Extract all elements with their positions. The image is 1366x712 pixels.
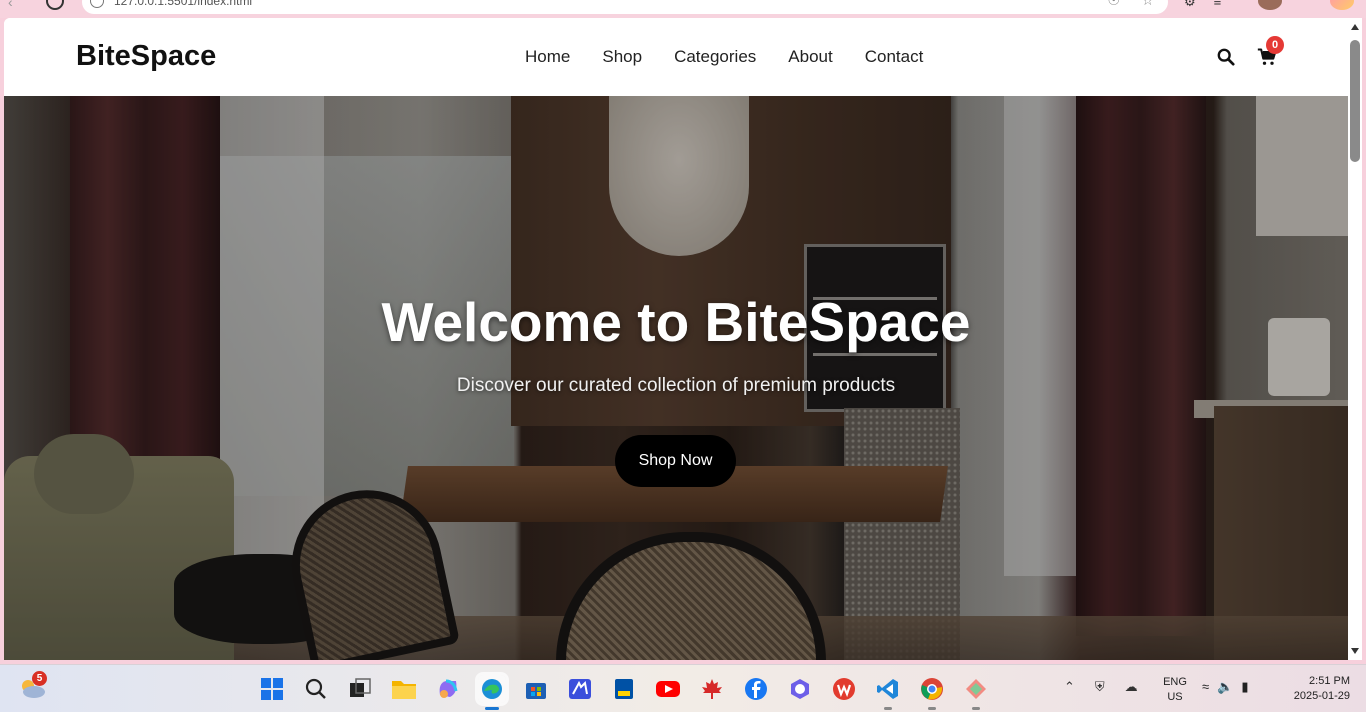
wifi-icon: ≈ xyxy=(1202,679,1210,694)
nav-home[interactable]: Home xyxy=(525,47,570,67)
windows-taskbar: 5 ⌃ ⛨ ☁ ENG US ≈ 🔈 ▮ 2:51 PM 2025-01-29 xyxy=(0,664,1366,712)
facebook-icon[interactable] xyxy=(742,675,770,703)
onedrive-icon[interactable]: ☁ xyxy=(1125,679,1138,695)
vscode-icon[interactable] xyxy=(874,675,902,710)
back-arrow-icon[interactable]: ‹ xyxy=(8,0,13,10)
copilot-icon[interactable] xyxy=(1330,0,1354,10)
volume-icon: 🔈 xyxy=(1217,679,1234,694)
nav-shop[interactable]: Shop xyxy=(602,47,642,67)
quick-settings[interactable]: ≈ 🔈 ▮ xyxy=(1202,679,1248,695)
search-icon[interactable] xyxy=(302,675,330,703)
clock-time: 2:51 PM xyxy=(1309,675,1350,687)
pinned-apps xyxy=(258,675,990,710)
copilot-icon[interactable] xyxy=(434,675,462,703)
wps-office-icon[interactable] xyxy=(830,675,858,703)
chevron-up-icon[interactable]: ⌃ xyxy=(1064,679,1075,695)
rbc-icon[interactable] xyxy=(610,675,638,703)
page-scrollbar[interactable] xyxy=(1348,18,1362,660)
task-view-icon[interactable] xyxy=(346,675,374,703)
region-label: US xyxy=(1167,691,1183,703)
nav-categories[interactable]: Categories xyxy=(674,47,756,67)
search-icon[interactable] xyxy=(1217,48,1235,66)
hero-subtitle: Discover our curated collection of premi… xyxy=(456,375,896,396)
visual-studio-icon[interactable] xyxy=(566,675,594,703)
page-viewport: BiteSpace Home Shop Categories About Con… xyxy=(4,18,1348,660)
edge-browser-icon[interactable] xyxy=(478,675,506,710)
defender-shield-icon[interactable]: ⛨ xyxy=(1095,679,1105,695)
language-indicator[interactable]: ENG US xyxy=(1160,675,1190,705)
extensions-icon[interactable]: ⚙ xyxy=(1184,0,1196,10)
shop-now-button[interactable]: Shop Now xyxy=(615,435,736,487)
nav-contact[interactable]: Contact xyxy=(865,47,924,67)
youtube-icon[interactable] xyxy=(654,675,682,703)
hero-banner: Welcome to BiteSpace Discover our curate… xyxy=(4,96,1348,660)
scroll-up-arrow-icon[interactable] xyxy=(1351,24,1359,30)
reload-icon[interactable] xyxy=(46,0,64,10)
site-info-icon[interactable] xyxy=(90,0,104,8)
system-tray: ⌃ ⛨ ☁ xyxy=(1064,679,1138,695)
browser-toolbar: ‹ 127.0.0.1:5501/index.html ☉ ☆ ⚙ ≡ xyxy=(0,0,1366,18)
system-clock[interactable]: 2:51 PM 2025-01-29 xyxy=(1280,674,1350,704)
microsoft-store-icon[interactable] xyxy=(522,675,550,703)
file-explorer-icon[interactable] xyxy=(390,675,418,703)
clock-date: 2025-01-29 xyxy=(1293,690,1350,702)
maple-leaf-icon[interactable] xyxy=(698,675,726,703)
site-logo[interactable]: BiteSpace xyxy=(76,40,216,73)
language-label: ENG xyxy=(1163,676,1187,688)
copilot-app-icon[interactable] xyxy=(786,675,814,703)
scrollbar-thumb[interactable] xyxy=(1350,40,1360,162)
gemini-icon[interactable] xyxy=(962,675,990,710)
scroll-down-arrow-icon[interactable] xyxy=(1351,648,1359,654)
reading-list-icon[interactable]: ≡ xyxy=(1214,0,1222,10)
profile-avatar[interactable] xyxy=(1258,0,1282,10)
hero-title: Welcome to BiteSpace xyxy=(381,291,971,353)
windows-start-icon[interactable] xyxy=(258,675,286,703)
translate-icon[interactable]: ☉ xyxy=(1107,0,1120,9)
url-text[interactable]: 127.0.0.1:5501/index.html xyxy=(114,0,252,8)
address-bar[interactable]: 127.0.0.1:5501/index.html ☉ ☆ xyxy=(82,0,1168,14)
weather-notification-badge: 5 xyxy=(32,671,47,686)
cart-count-badge: 0 xyxy=(1266,36,1284,54)
bookmark-star-icon[interactable]: ☆ xyxy=(1141,0,1154,9)
battery-icon: ▮ xyxy=(1241,679,1249,694)
site-header: BiteSpace Home Shop Categories About Con… xyxy=(4,18,1348,96)
main-nav: Home Shop Categories About Contact xyxy=(525,47,923,67)
nav-about[interactable]: About xyxy=(788,47,832,67)
chrome-icon[interactable] xyxy=(918,675,946,710)
